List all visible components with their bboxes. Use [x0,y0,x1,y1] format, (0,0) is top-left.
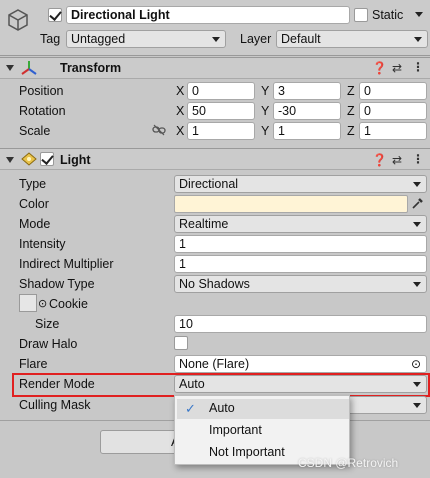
menu-selected-highlight [177,399,349,419]
rotation-z-field[interactable]: 0 [359,102,427,120]
intensity-field[interactable]: 1 [174,235,427,253]
transform-axes-icon [21,61,37,75]
shadow-type-value: No Shadows [179,277,250,291]
type-dropdown[interactable]: Directional [174,175,427,193]
rotation-z-label[interactable]: Z [347,104,355,118]
flare-value: None (Flare) [179,357,250,371]
position-label: Position [19,84,64,98]
chevron-down-icon [413,282,421,287]
flare-label: Flare [19,357,48,371]
static-dropdown-arrow[interactable] [411,6,429,24]
foldout-arrow-icon[interactable] [6,65,14,71]
layer-value: Default [281,32,321,46]
color-label: Color [19,197,49,211]
foldout-arrow-icon[interactable] [6,157,14,163]
cookie-texture-slot[interactable] [19,294,37,312]
checkmark-icon: ✓ [185,401,196,416]
position-z-field[interactable]: 0 [359,82,427,100]
chevron-down-icon [414,37,422,42]
culling-mask-label: Culling Mask [19,398,91,412]
render-mode-menu: ✓ Auto Important Not Important [174,395,350,465]
object-picker-icon[interactable]: ⊙ [38,297,47,310]
context-menu-icon[interactable]: ⋮ [412,152,424,166]
chevron-down-icon [413,222,421,227]
menu-item-important[interactable]: Important [209,423,262,437]
draw-halo-label: Draw Halo [19,337,78,351]
scale-x-field[interactable]: 1 [187,122,255,140]
rotation-x-field[interactable]: 50 [187,102,255,120]
shadow-type-label: Shadow Type [19,277,95,291]
scale-label: Scale [19,124,51,138]
menu-item-not-important[interactable]: Not Important [209,445,285,459]
position-x-label[interactable]: X [176,84,184,98]
rotation-y-label[interactable]: Y [261,104,269,118]
scale-z-label[interactable]: Z [347,124,355,138]
help-icon[interactable]: ❓ [372,153,387,167]
flare-field[interactable]: None (Flare) [174,355,427,373]
render-mode-highlight-box [12,373,430,397]
rotation-y-field[interactable]: -30 [273,102,341,120]
mode-label: Mode [19,217,51,231]
eyedropper-icon[interactable] [411,196,425,210]
intensity-label: Intensity [19,237,66,251]
size-field[interactable]: 10 [174,315,427,333]
menu-item-auto[interactable]: Auto [209,401,235,415]
tag-dropdown[interactable]: Untagged [66,30,226,48]
tag-label: Tag [40,32,61,46]
scale-x-label[interactable]: X [176,124,184,138]
preset-icon[interactable]: ⇄ [392,61,402,75]
help-icon[interactable]: ❓ [372,61,387,75]
context-menu-icon[interactable]: ⋮ [412,60,424,74]
constrain-proportions-link-icon[interactable] [152,124,166,136]
chevron-down-icon [413,403,421,408]
type-value: Directional [179,177,239,191]
static-label: Static [372,8,404,22]
cookie-label: Cookie [49,297,88,311]
chevron-down-icon [413,182,421,187]
size-label: Size [35,317,60,331]
light-enabled-checkbox[interactable] [40,152,54,166]
position-y-field[interactable]: 3 [273,82,341,100]
rotation-x-label[interactable]: X [176,104,184,118]
chevron-down-icon [212,37,220,42]
preset-icon[interactable]: ⇄ [392,153,402,167]
position-y-label[interactable]: Y [261,84,269,98]
position-x-field[interactable]: 0 [187,82,255,100]
gameobject-cube-icon [8,9,28,31]
shadow-type-dropdown[interactable]: No Shadows [174,275,427,293]
watermark: CSDN @Retrovich [298,456,399,470]
color-swatch[interactable] [174,195,408,213]
transform-title: Transform [60,61,122,75]
mode-value: Realtime [179,217,229,231]
rotation-label: Rotation [19,104,66,118]
position-z-label[interactable]: Z [347,84,355,98]
indirect-multiplier-field[interactable]: 1 [174,255,427,273]
tag-value: Untagged [71,32,126,46]
object-picker-icon[interactable]: ⊙ [411,357,421,371]
object-active-checkbox[interactable] [48,8,62,22]
layer-label: Layer [240,32,272,46]
draw-halo-checkbox[interactable] [174,336,188,350]
light-title: Light [60,153,91,167]
mode-dropdown[interactable]: Realtime [174,215,427,233]
type-label: Type [19,177,47,191]
light-component-icon [21,152,37,166]
indirect-multiplier-label: Indirect Multiplier [19,257,114,271]
scale-y-field[interactable]: 1 [273,122,341,140]
scale-y-label[interactable]: Y [261,124,269,138]
layer-dropdown[interactable]: Default [276,30,428,48]
scale-z-field[interactable]: 1 [359,122,427,140]
object-name-field[interactable]: Directional Light [66,6,350,24]
static-checkbox[interactable] [354,8,368,22]
